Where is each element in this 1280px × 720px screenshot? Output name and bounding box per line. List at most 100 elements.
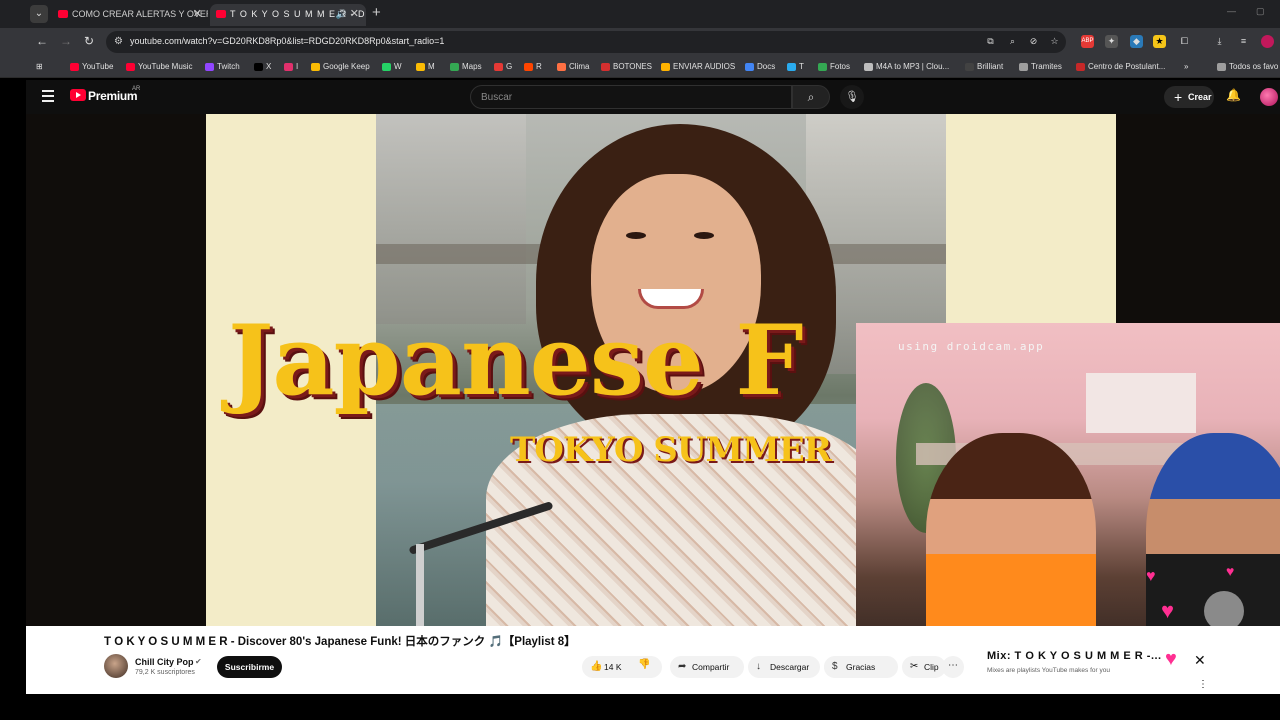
extension-icon[interactable]: ✦: [1105, 35, 1118, 48]
browser-tab-active[interactable]: T O K Y O S U M M E R - D 🔊 ✕: [210, 4, 366, 26]
webcam-cabinet: [1086, 373, 1196, 433]
close-tab-icon[interactable]: ✕: [193, 4, 202, 24]
bookmark-label: Fotos: [830, 62, 851, 71]
video-info: T O K Y O S U M M E R - Discover 80's Ja…: [26, 626, 856, 694]
site-info-icon[interactable]: ⚙: [114, 36, 123, 47]
thanks-label: Gracias: [846, 662, 876, 672]
download-icon[interactable]: ⤓: [1213, 35, 1226, 48]
apps-grid-icon[interactable]: ⊞: [36, 60, 43, 73]
bookmark-item[interactable]: Tramites: [1019, 60, 1062, 73]
forward-icon[interactable]: →: [60, 34, 72, 48]
bookmark-item[interactable]: Twitch: [205, 60, 240, 73]
bookmark-item[interactable]: Clima: [557, 60, 589, 73]
youtube-logo-icon[interactable]: [70, 89, 86, 101]
bookmark-item[interactable]: YouTube Music: [126, 60, 193, 73]
back-icon[interactable]: ←: [36, 34, 48, 48]
thumbs-down-icon[interactable]: 👎: [638, 659, 650, 670]
region-code: AR: [132, 86, 141, 92]
bookmark-label: Centro de Postulant...: [1088, 62, 1166, 71]
bookmark-label: Docs: [757, 62, 776, 71]
speaker-icon[interactable]: 🔊: [336, 4, 348, 24]
bookmark-item[interactable]: M4A to MP3 | Clou...: [864, 60, 949, 73]
bookmark-item[interactable]: BOTONES: [601, 60, 652, 73]
bookmark-item[interactable]: T: [787, 60, 804, 73]
minimize-icon[interactable]: —: [1227, 6, 1236, 16]
more-actions-icon[interactable]: ⋯: [942, 656, 964, 678]
heart-icon: ♥: [1146, 568, 1156, 585]
thanks-label-button[interactable]: $ Gracias: [824, 656, 898, 678]
channel-avatar[interactable]: [104, 654, 128, 678]
bookmark-item[interactable]: ENVIAR AUDIOS: [661, 60, 735, 73]
hide-eye-icon[interactable]: ⊘: [1027, 35, 1040, 48]
download-button[interactable]: ↓ Descargar: [748, 656, 820, 678]
url-text[interactable]: youtube.com/watch?v=GD20RKD8Rp0&list=RDG…: [130, 36, 444, 46]
bookmark-star-icon[interactable]: ☆: [1048, 35, 1061, 48]
close-icon[interactable]: ✕: [1194, 652, 1206, 669]
more-bookmarks-chevron-icon[interactable]: »: [1184, 60, 1188, 73]
search-input[interactable]: [471, 86, 791, 108]
clip-button[interactable]: ✂ Clip: [902, 656, 946, 678]
voice-search-mic-icon[interactable]: 🎙: [840, 85, 864, 109]
user-avatar[interactable]: [1260, 88, 1278, 106]
menu-hamburger-icon[interactable]: [42, 90, 54, 102]
extension-icon[interactable]: ★: [1153, 35, 1166, 48]
notifications-bell-icon[interactable]: 🔔: [1226, 88, 1241, 102]
close-tab-icon[interactable]: ✕: [350, 4, 360, 24]
bookmark-item[interactable]: Fotos: [818, 60, 850, 73]
bookmark-favicon-icon: [311, 63, 320, 71]
bookmark-favicon-icon: [254, 63, 263, 71]
bookmark-item[interactable]: Centro de Postulant...: [1076, 60, 1165, 73]
search-button[interactable]: ⌕: [792, 85, 830, 109]
bookmark-item[interactable]: Maps: [450, 60, 482, 73]
create-button[interactable]: + Crear: [1164, 86, 1214, 108]
zoom-icon[interactable]: ⌕: [1006, 35, 1019, 48]
mix-playlist-panel[interactable]: Mix: T O K Y O S U M M E R -... Mixes ar…: [976, 643, 1220, 691]
profile-avatar-icon[interactable]: [1261, 35, 1274, 48]
video-title: T O K Y O S U M M E R - Discover 80's Ja…: [104, 636, 576, 648]
bookmark-favicon-icon: [601, 63, 610, 71]
channel-name[interactable]: Chill City Pop: [135, 657, 194, 667]
address-bar[interactable]: ⚙ youtube.com/watch?v=GD20RKD8Rp0&list=R…: [106, 31, 1066, 53]
reload-icon[interactable]: ↻: [84, 34, 94, 48]
bookmark-item[interactable]: Docs: [745, 60, 775, 73]
youtube-brand[interactable]: Premium: [88, 89, 138, 103]
bookmark-favicon-icon: [70, 63, 79, 71]
bookmark-item[interactable]: Todos os favo: [1217, 60, 1278, 73]
bookmark-item[interactable]: X: [254, 60, 271, 73]
thumbnail-title: Japanese F: [228, 304, 804, 417]
share-button[interactable]: ➦ Compartir: [670, 656, 744, 678]
bookmark-item[interactable]: YouTube: [70, 60, 113, 73]
bookmark-label: G: [506, 62, 513, 71]
bookmark-item[interactable]: M: [416, 60, 435, 73]
bookmark-favicon-icon: [1019, 63, 1028, 71]
bookmark-item[interactable]: Brilliant: [965, 60, 1003, 73]
extensions-puzzle-icon[interactable]: ⧠: [1178, 35, 1191, 48]
new-tab-icon[interactable]: +: [372, 4, 381, 21]
bookmark-favicon-icon: [494, 63, 503, 71]
bookmark-label: W: [394, 62, 402, 71]
search-box[interactable]: [470, 85, 792, 109]
install-app-icon[interactable]: ⧉: [984, 35, 997, 48]
browser-tab[interactable]: COMO CREAR ALERTAS Y OVERL ✕: [52, 4, 208, 26]
maximize-icon[interactable]: ▢: [1256, 6, 1265, 17]
bookmark-item[interactable]: R: [524, 60, 542, 73]
bookmark-item[interactable]: W: [382, 60, 402, 73]
browser-toolbar: ← → ↻ ⚙ youtube.com/watch?v=GD20RKD8Rp0&…: [0, 28, 1280, 56]
more-vertical-icon[interactable]: ⋮: [1198, 679, 1208, 690]
tab-search-button[interactable]: ⌄: [30, 5, 48, 23]
bookmark-item[interactable]: I: [284, 60, 298, 73]
bottom-edge: [26, 694, 1280, 720]
bookmark-item[interactable]: G: [494, 60, 512, 73]
bookmark-favicon-icon: [205, 63, 214, 71]
extension-icon[interactable]: ◆: [1130, 35, 1143, 48]
adblock-extension-icon[interactable]: ABP: [1081, 35, 1094, 48]
heart-icon: ♥: [1165, 648, 1177, 670]
subscribe-button[interactable]: Suscribirme: [217, 656, 282, 678]
bookmark-item[interactable]: Google Keep: [311, 60, 370, 73]
bookmark-label: Maps: [462, 62, 482, 71]
bookmark-favicon-icon: [661, 63, 670, 71]
media-control-icon[interactable]: ≡: [1237, 35, 1250, 48]
like-count: 14 K: [604, 662, 622, 672]
heart-icon: ♥: [1226, 563, 1235, 579]
mix-title[interactable]: Mix: T O K Y O S U M M E R -...: [987, 650, 1162, 662]
